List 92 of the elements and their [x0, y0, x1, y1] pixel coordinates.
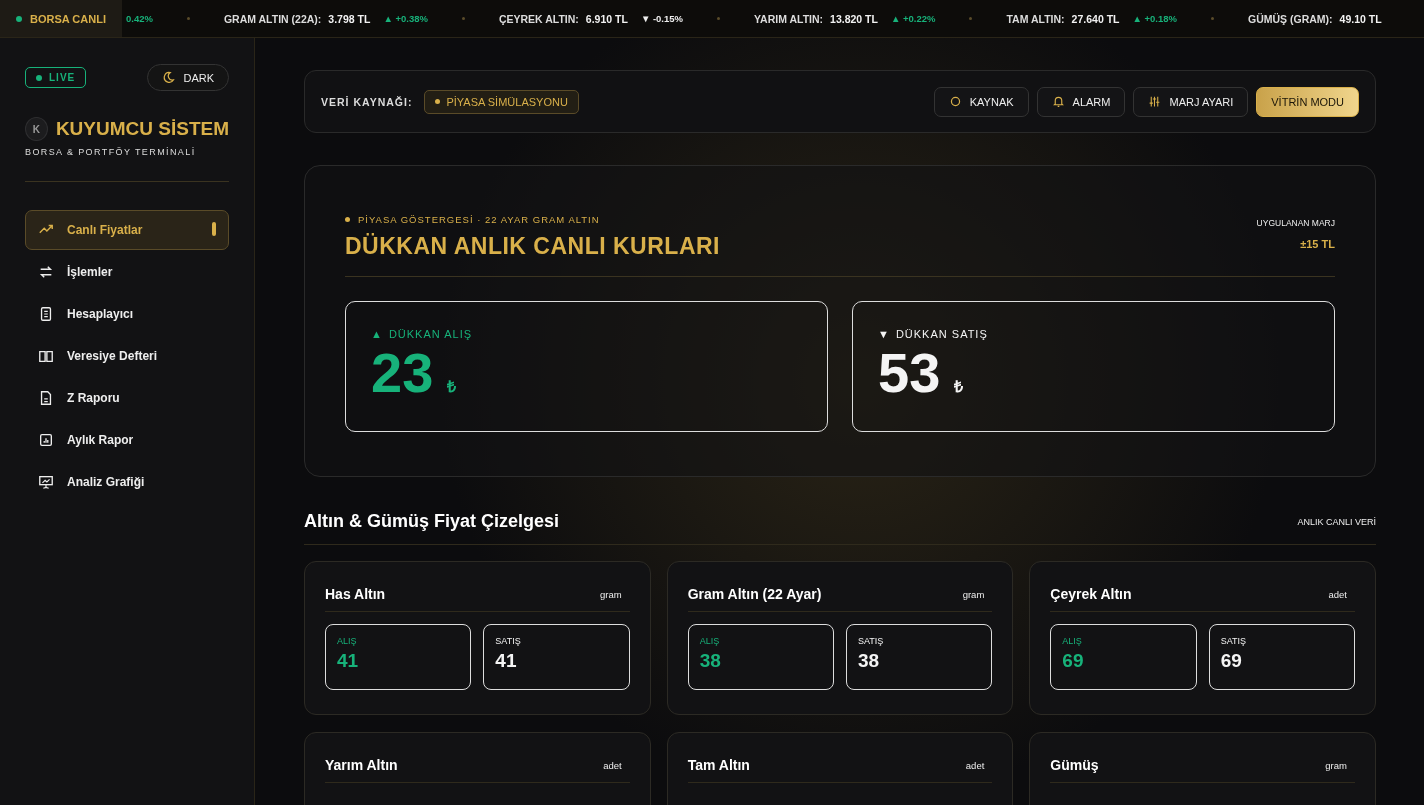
ticker-change: ▲ +0.22%: [890, 13, 936, 24]
price-value: 41: [337, 650, 360, 672]
unit-label: gram: [1325, 759, 1347, 771]
arrow-icon: ▼: [878, 328, 890, 340]
rate-value: 53: [878, 342, 941, 404]
brand-subtitle: BORSA & PORTFÖY TERMİNALİ: [25, 147, 197, 157]
ticker-change: ▲ +0.38%: [383, 13, 428, 24]
sidebar-item[interactable]: Aylık Rapor: [25, 420, 229, 460]
separator-dot-icon: [717, 17, 721, 20]
toolbar-button[interactable]: ALARM: [1036, 86, 1126, 117]
theme-toggle[interactable]: DARK: [147, 64, 229, 91]
live-badge: LIVE: [25, 67, 87, 88]
price-label: SATIŞ: [858, 636, 885, 646]
unit-label: adet: [1328, 588, 1347, 600]
ticker-change: 0.42%: [126, 13, 153, 24]
card-title: Tam Altın: [687, 757, 750, 773]
panel-eyebrow: PİYASA GÖSTERGESİ · 22 AYAR GRAM ALTIN: [358, 214, 600, 225]
ticker-value: 3.798 TL: [328, 12, 371, 25]
arrow-icon: ▲: [371, 328, 383, 340]
ticker-value: 6.910 TL: [585, 12, 628, 25]
margin-label: UYGULANAN MARJ: [1256, 218, 1335, 228]
sliders-icon: [1148, 95, 1162, 108]
sidebar-item[interactable]: Z Raporu: [25, 378, 229, 418]
ticker-value: 49.10 TL: [1339, 12, 1382, 25]
currency-symbol: ₺: [954, 377, 964, 397]
price-value: 38: [699, 650, 722, 672]
price-label: ALIŞ: [337, 636, 358, 646]
separator-dot-icon: [461, 17, 465, 20]
price-value: 41: [495, 650, 518, 672]
price-value: 38: [858, 650, 881, 672]
nav-icon: [38, 348, 54, 364]
card-title: Yarım Altın: [325, 757, 398, 773]
rate-label: DÜKKAN SATIŞ: [895, 328, 988, 340]
separator-dot-icon: [186, 17, 190, 20]
rate-value: 23: [371, 342, 434, 404]
sidebar-item[interactable]: Canlı Fiyatlar: [25, 210, 229, 250]
badge-label: BORSA CANLI: [30, 12, 106, 25]
dot-icon: [435, 99, 441, 104]
ticker-label: TAM ALTIN:: [1006, 12, 1065, 25]
circle-icon: [948, 95, 962, 108]
price-value: 69: [1220, 650, 1243, 672]
panel-title: DÜKKAN ANLIK CANLI KURLARI: [345, 233, 720, 260]
section-title: Altın & Gümüş Fiyat Çizelgesi: [304, 511, 560, 532]
ticker-value: 13.820 TL: [830, 12, 878, 25]
unit-label: gram: [962, 588, 985, 600]
card-title: Gram Altın (22 Ayar): [687, 586, 822, 602]
card-title: Has Altın: [325, 586, 386, 602]
status-dot-icon: [36, 74, 42, 81]
source-badge: PİYASA SİMÜLASYONU: [424, 89, 579, 114]
nav-icon: [38, 432, 54, 448]
unit-label: adet: [965, 759, 985, 771]
nav-icon: [38, 474, 54, 490]
card-title: Çeyrek Altın: [1050, 586, 1132, 602]
moon-icon: [162, 71, 176, 84]
price-value: 69: [1062, 650, 1085, 672]
toolbar-button[interactable]: MARJ AYARI: [1133, 86, 1249, 117]
active-indicator: [212, 222, 216, 236]
ticker-label: GRAM ALTIN (22A):: [223, 12, 322, 25]
price-label: ALIŞ: [1062, 636, 1083, 646]
card-title: Gümüş: [1050, 757, 1099, 773]
ticker-label: ÇEYREK ALTIN:: [498, 12, 579, 25]
ticker-change: ▼ -0.15%: [640, 13, 684, 24]
logo: K: [25, 117, 48, 141]
ticker-label: YARIM ALTIN:: [754, 12, 824, 25]
unit-label: adet: [603, 759, 622, 771]
rate-label: DÜKKAN ALIŞ: [388, 328, 473, 340]
unit-label: gram: [600, 588, 622, 600]
toolbar-button[interactable]: VİTRİN MODU: [1256, 86, 1359, 117]
brand-title: KUYUMCU SİSTEM: [55, 118, 229, 140]
ticker-value: 27.640 TL: [1071, 12, 1120, 25]
sidebar-item[interactable]: Veresiye Defteri: [25, 336, 229, 376]
toolbar-button[interactable]: KAYNAK: [933, 86, 1029, 117]
nav-icon: [38, 390, 54, 406]
ticker-change: ▲ +0.18%: [1132, 13, 1178, 24]
separator-dot-icon: [1211, 17, 1215, 20]
bell-icon: [1051, 95, 1065, 108]
nav-icon: [38, 264, 54, 280]
dot-icon: [345, 217, 350, 222]
sidebar-item[interactable]: Analiz Grafiği: [25, 462, 229, 502]
sidebar-item[interactable]: Hesaplayıcı: [25, 294, 229, 334]
ticker-label: GÜMÜŞ (GRAM):: [1248, 12, 1333, 25]
price-label: SATIŞ: [1220, 636, 1247, 646]
separator-dot-icon: [969, 17, 973, 20]
section-note: ANLIK CANLI VERİ: [1297, 516, 1376, 527]
margin-value: ±15 TL: [1299, 238, 1335, 250]
source-label: VERİ KAYNAĞI:: [321, 95, 413, 108]
currency-symbol: ₺: [447, 377, 457, 397]
sidebar-item[interactable]: İşlemler: [25, 252, 229, 292]
nav-icon: [38, 306, 54, 322]
price-label: SATIŞ: [495, 636, 522, 646]
price-label: ALIŞ: [699, 636, 721, 646]
status-dot-icon: [16, 15, 22, 22]
